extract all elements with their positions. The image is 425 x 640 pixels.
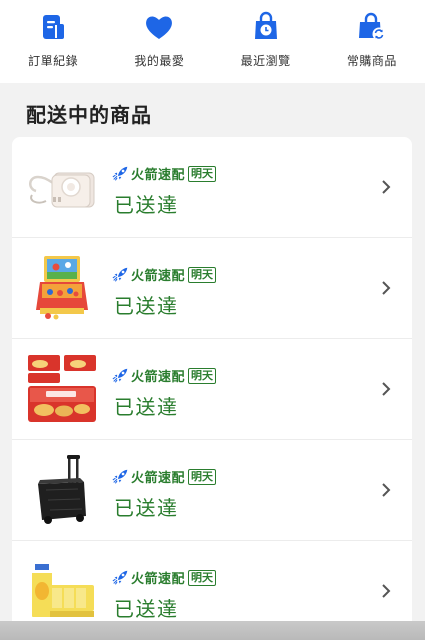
delivery-day-badge: 明天: [188, 165, 217, 182]
shortcut-bar: 訂單紀錄 我的最愛 最近瀏覽 常購商品: [0, 0, 425, 83]
section-title: 配送中的商品: [26, 103, 152, 127]
receipt-icon: [43, 15, 65, 39]
delivery-item[interactable]: 火箭速配 明天 已送達: [12, 137, 412, 238]
delivery-list: 火箭速配 明天 已送達 火箭速配 明天 已送達 火箭速配 明天 已送達 火箭速配…: [12, 137, 412, 640]
folding-cart-image: [38, 455, 86, 524]
chevron-right-icon: [382, 180, 391, 194]
recent-bag-icon: [254, 11, 277, 39]
shortcut-label: 最近瀏覽: [240, 54, 291, 68]
delivery-status: 已送達: [114, 597, 179, 621]
delivery-item[interactable]: 火箭速配 明天 已送達: [12, 440, 412, 541]
shortcut-order-history[interactable]: 訂單紀錄: [0, 0, 106, 83]
shipping-tag: 火箭速配 明天: [112, 366, 217, 385]
delivery-status: 已送達: [114, 395, 179, 419]
shortcut-frequently-bought[interactable]: 常購商品: [319, 0, 425, 83]
shortcut-recently-viewed[interactable]: 最近瀏覽: [213, 0, 319, 83]
shipping-method: 火箭速配: [131, 269, 186, 284]
shipping-tag: 火箭速配 明天: [112, 568, 217, 587]
delivery-item[interactable]: 火箭速配 明天 已送達: [12, 339, 412, 440]
arcade-toy-image: [36, 256, 88, 320]
rocket-icon: [112, 368, 128, 383]
juice-box-image: [32, 561, 94, 617]
shortcut-label: 訂單紀錄: [28, 54, 79, 68]
bottom-overlay-bar: [0, 621, 425, 640]
repeat-bag-icon: [358, 12, 386, 41]
shortcut-label: 我的最愛: [134, 54, 185, 68]
delivery-status: 已送達: [114, 294, 179, 318]
shipping-tag: 火箭速配 明天: [112, 265, 217, 284]
shipping-method: 火箭速配: [131, 370, 186, 385]
chevron-right-icon: [382, 584, 391, 598]
shortcut-label: 常購商品: [346, 54, 397, 68]
chevron-right-icon: [382, 281, 391, 295]
delivery-day-badge: 明天: [188, 468, 217, 485]
rocket-icon: [112, 570, 128, 585]
delivery-day-badge: 明天: [188, 569, 217, 586]
shortcut-favorites[interactable]: 我的最愛: [106, 0, 212, 83]
heart-icon: [146, 16, 173, 39]
shipping-method: 火箭速配: [131, 471, 186, 486]
shipping-tag: 火箭速配 明天: [112, 164, 217, 183]
delivery-day-badge: 明天: [188, 367, 217, 384]
rocket-icon: [112, 267, 128, 282]
cream-puff-snack-image: [28, 355, 96, 422]
chevron-right-icon: [382, 382, 391, 396]
shipping-tag: 火箭速配 明天: [112, 467, 217, 486]
delivery-item[interactable]: 火箭速配 明天 已送達: [12, 238, 412, 339]
delivery-status: 已送達: [114, 193, 179, 217]
delivery-day-badge: 明天: [188, 266, 217, 283]
rocket-icon: [112, 469, 128, 484]
delivery-status: 已送達: [114, 496, 179, 520]
shipping-method: 火箭速配: [131, 572, 186, 587]
rocket-icon: [112, 166, 128, 181]
chevron-right-icon: [382, 483, 391, 497]
power-bank-image: [29, 172, 95, 208]
shipping-method: 火箭速配: [131, 168, 186, 183]
